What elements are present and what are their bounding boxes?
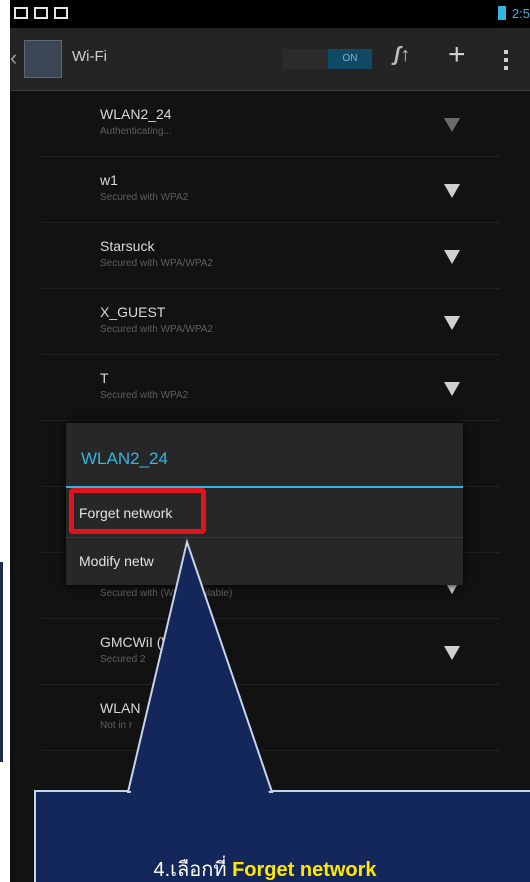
network-status: Secured with (WPS available) <box>100 588 233 599</box>
network-status: Secured 2 <box>100 654 146 665</box>
wifi-signal-icon <box>444 316 460 330</box>
network-ssid: WLAN2_24 <box>100 106 172 122</box>
battery-icon <box>498 6 506 20</box>
wifi-signal-icon <box>444 646 460 660</box>
wifi-signal-icon <box>444 382 460 396</box>
network-status: Secured with WPA2 <box>100 390 189 401</box>
network-ssid: X_GUEST <box>100 304 166 320</box>
add-network-icon[interactable]: + <box>448 38 466 72</box>
highlight-box <box>69 488 206 534</box>
action-bar: ‹ Wi-Fi ON ʃ↑ + <box>10 28 530 91</box>
wifi-settings-app-icon[interactable] <box>24 40 62 78</box>
callout-highlight: Forget network <box>232 859 377 881</box>
network-row[interactable]: T Secured with WPA2 <box>42 356 500 421</box>
network-ssid: w1 <box>100 172 118 188</box>
wifi-toggle[interactable]: ON <box>282 49 372 69</box>
wifi-signal-icon <box>444 250 460 264</box>
network-status: Not in r <box>100 720 133 731</box>
modify-network-button[interactable]: Modify netw <box>66 537 463 585</box>
network-status: Secured with WPA/WPA2 <box>100 258 213 269</box>
back-chevron-icon[interactable]: ‹ <box>10 45 17 71</box>
wifi-signal-icon <box>444 118 460 132</box>
status-bar: 2:5 <box>10 0 530 28</box>
network-row[interactable]: w1 Secured with WPA2 <box>42 158 500 223</box>
network-status: Secured with WPA2 <box>100 192 189 203</box>
mail-notification-icon <box>34 7 48 19</box>
modify-network-label: Modify netw <box>79 553 154 569</box>
network-status: Authenticating... <box>100 126 172 137</box>
network-ssid: T <box>100 370 109 386</box>
network-row[interactable]: WLAN Not in r <box>42 686 500 751</box>
callout-prefix: 4.เลือกที่ <box>153 859 233 881</box>
status-time: 2:5 <box>511 6 530 21</box>
page-title: Wi-Fi <box>72 48 107 65</box>
network-status: Secured with WPA/WPA2 <box>100 324 213 335</box>
network-ssid: Starsuck <box>100 238 155 254</box>
network-row[interactable]: WLAN2_24 Authenticating... <box>42 92 500 157</box>
gallery-notification-icon <box>14 7 28 19</box>
overflow-menu-icon[interactable] <box>504 50 508 74</box>
wifi-toggle-on-label: ON <box>328 49 372 69</box>
network-row[interactable]: X_GUEST Secured with WPA/WPA2 <box>42 290 500 355</box>
dialog-title: WLAN2_24 <box>81 449 168 468</box>
network-row[interactable]: Starsuck Secured with WPA/WPA2 <box>42 224 500 289</box>
network-ssid: WLAN <box>100 700 141 716</box>
media-notification-icon <box>54 7 68 19</box>
callout-text: 4.เลือกที่ Forget network <box>0 858 530 882</box>
network-ssid: GMCWiI (WAN_7C <box>100 634 220 650</box>
frame-edge-line <box>0 562 3 762</box>
wps-icon[interactable]: ʃ↑ <box>394 44 410 67</box>
wifi-signal-icon <box>444 184 460 198</box>
network-row[interactable]: GMCWiI (WAN_7C Secured 2 <box>42 620 500 685</box>
